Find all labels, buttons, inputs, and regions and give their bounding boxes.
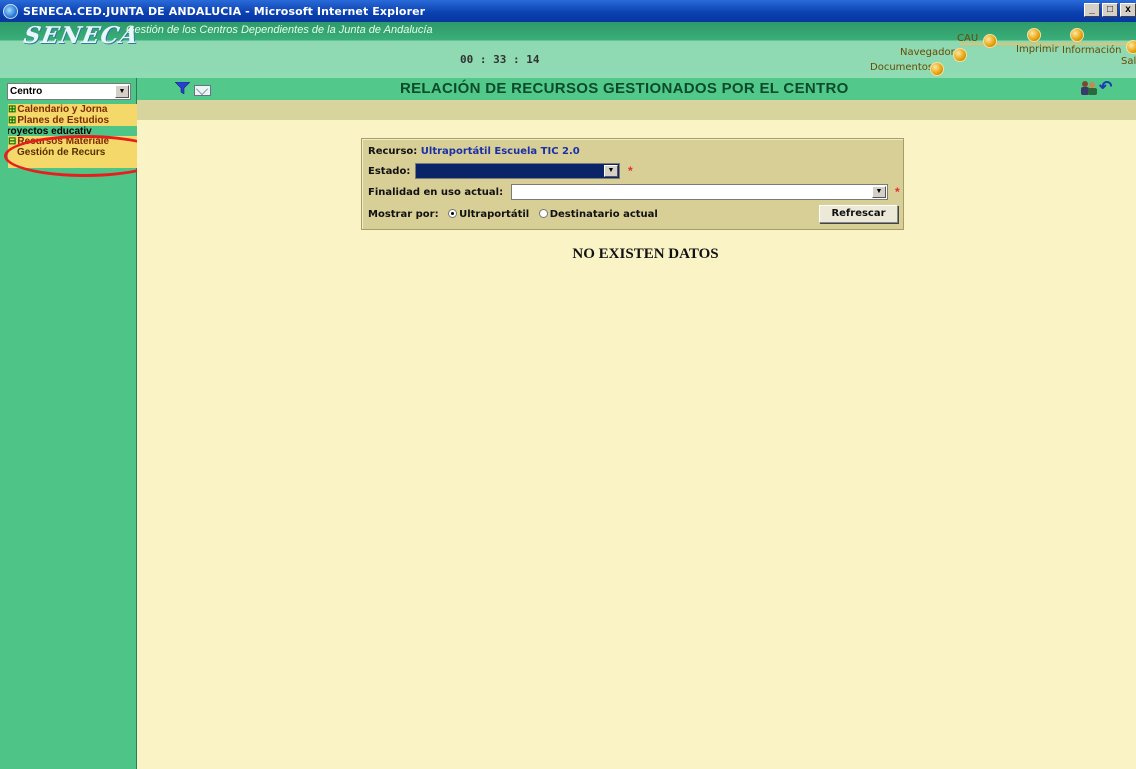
- toolbar: RELACIÓN DE RECURSOS GESTIONADOS POR EL …: [137, 78, 1136, 100]
- mostrar-label: Mostrar por:: [368, 209, 439, 220]
- mail-icon[interactable]: [194, 85, 211, 96]
- back-icon[interactable]: ↶: [1099, 80, 1115, 96]
- radio-ultraportatil-label[interactable]: Ultraportátil: [459, 209, 529, 220]
- radio-ultraportatil[interactable]: [448, 209, 458, 218]
- centro-select[interactable]: Centro ▼: [7, 83, 131, 100]
- header-subtitle: Gestión de los Centros Dependientes de l…: [126, 24, 433, 36]
- close-button[interactable]: x: [1120, 3, 1136, 17]
- sidebar: Centro ▼ ⊞Calendario y Jorna ⊞Planes de …: [0, 78, 137, 769]
- window-controls: _ □ x: [1084, 3, 1136, 17]
- window-title: SENECA.CED.JUNTA DE ANDALUCIA - Microsof…: [23, 4, 426, 18]
- navegador-link[interactable]: Navegador: [900, 47, 955, 58]
- page-title: RELACIÓN DE RECURSOS GESTIONADOS POR EL …: [400, 80, 849, 97]
- chevron-down-icon[interactable]: ▼: [115, 85, 129, 98]
- session-clock: 00 : 33 : 14: [460, 53, 540, 66]
- maximize-button[interactable]: □: [1102, 3, 1118, 17]
- recurso-value: Ultraportátil Escuela TIC 2.0: [420, 146, 580, 157]
- recurso-row: Recurso: Ultraportátil Escuela TIC 2.0: [368, 146, 580, 157]
- cau-link[interactable]: CAU: [957, 33, 978, 44]
- minimize-button[interactable]: _: [1084, 3, 1100, 17]
- salir-link[interactable]: Sal: [1121, 56, 1136, 67]
- expand-icon[interactable]: ⊞: [8, 104, 16, 115]
- filter-panel: Recurso: Ultraportátil Escuela TIC 2.0 E…: [361, 138, 904, 230]
- window-title-bar: SENECA.CED.JUNTA DE ANDALUCIA - Microsof…: [0, 0, 1136, 22]
- sidebar-item-label: Planes de Estudios: [17, 115, 110, 126]
- expand-icon[interactable]: ⊞: [8, 115, 16, 126]
- navegador-ball-icon[interactable]: [953, 48, 967, 62]
- documentos-ball-icon[interactable]: [930, 62, 944, 76]
- documentos-link[interactable]: Documentos: [870, 62, 933, 73]
- sidebar-item-planes[interactable]: ⊞Planes de Estudios: [8, 115, 137, 126]
- no-data-message: NO EXISTEN DATOS: [572, 246, 719, 262]
- recurso-label: Recurso:: [368, 146, 418, 157]
- seneca-logo: SENECA: [21, 22, 142, 49]
- radio-destinatario-label[interactable]: Destinatario actual: [550, 209, 658, 220]
- centro-select-value: Centro: [10, 86, 43, 97]
- filter-icon[interactable]: [175, 82, 190, 94]
- radio-destinatario[interactable]: [538, 209, 548, 218]
- estado-select[interactable]: ▼: [415, 163, 620, 179]
- mostrar-row: Mostrar por: Ultraportátil Destinatario …: [368, 209, 658, 220]
- informacion-link[interactable]: Información: [1062, 45, 1121, 56]
- chevron-down-icon[interactable]: ▼: [872, 186, 886, 198]
- estado-label: Estado:: [368, 166, 411, 177]
- imprimir-link[interactable]: Imprimir: [1016, 44, 1059, 55]
- refrescar-button[interactable]: Refrescar: [819, 205, 898, 223]
- cau-ball-icon[interactable]: [983, 34, 997, 48]
- sidebar-item-calendario[interactable]: ⊞Calendario y Jorna: [8, 104, 137, 115]
- imprimir-ball-icon[interactable]: [1027, 28, 1041, 42]
- chevron-down-icon[interactable]: ▼: [604, 165, 618, 177]
- finalidad-select[interactable]: ▼: [511, 184, 888, 200]
- sidebar-item-label: Calendario y Jorna: [17, 104, 108, 115]
- users-icon[interactable]: [1080, 80, 1098, 96]
- internet-explorer-icon: [3, 3, 18, 19]
- salir-ball-icon[interactable]: [1126, 40, 1136, 54]
- informacion-ball-icon[interactable]: [1070, 28, 1084, 42]
- required-mark: *: [895, 185, 900, 199]
- content-top-strip: [137, 100, 1136, 120]
- required-mark: *: [628, 164, 633, 178]
- finalidad-label: Finalidad en uso actual:: [368, 187, 504, 198]
